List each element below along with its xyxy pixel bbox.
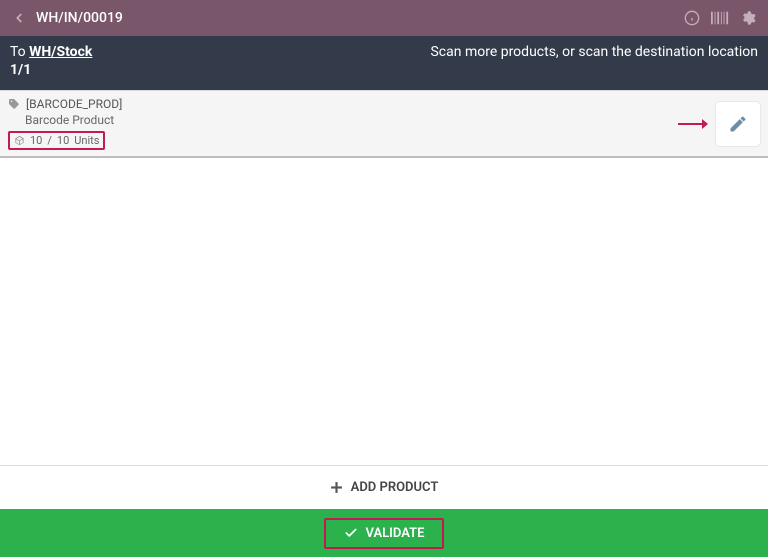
back-button[interactable] <box>10 9 28 27</box>
page-title: WH/IN/00019 <box>36 10 123 26</box>
qty-total: 10 <box>57 134 69 147</box>
info-button[interactable] <box>682 8 702 28</box>
info-icon <box>684 10 700 26</box>
validate-button[interactable]: VALIDATE <box>324 518 445 549</box>
destination-bar: To WH/Stock 1/1 Scan more products, or s… <box>0 36 768 90</box>
bottom-bar: ADD PRODUCT VALIDATE <box>0 465 768 557</box>
validate-label: VALIDATE <box>366 526 425 541</box>
settings-button[interactable] <box>738 8 758 28</box>
chevron-left-icon <box>12 11 26 25</box>
arrow-right-icon <box>678 118 708 130</box>
cube-icon <box>14 135 25 146</box>
to-label: To <box>10 44 26 60</box>
line-counter: 1/1 <box>10 62 92 78</box>
tag-icon <box>8 98 20 110</box>
topbar: WH/IN/00019 <box>0 0 768 36</box>
barcode-button[interactable] <box>710 8 730 28</box>
qty-separator: / <box>47 134 52 147</box>
plus-icon <box>330 481 343 494</box>
destination-line: To WH/Stock <box>10 44 92 60</box>
add-product-label: ADD PRODUCT <box>351 480 439 495</box>
product-line[interactable]: [BARCODE_PROD] Barcode Product 10 / 10 U… <box>0 90 768 158</box>
arrow-indicator <box>678 118 708 130</box>
quantity-box: 10 / 10 Units <box>8 131 105 150</box>
destination-location[interactable]: WH/Stock <box>29 44 92 60</box>
product-code: [BARCODE_PROD] <box>26 97 122 111</box>
edit-line-button[interactable] <box>716 102 760 146</box>
qty-uom: Units <box>74 134 99 147</box>
qty-done: 10 <box>30 134 42 147</box>
pencil-icon <box>728 114 748 134</box>
validate-bar: VALIDATE <box>0 509 768 557</box>
check-icon <box>344 526 358 540</box>
product-name: Barcode Product <box>25 113 678 127</box>
gear-icon <box>740 10 756 26</box>
barcode-icon <box>711 11 729 25</box>
scan-hint: Scan more products, or scan the destinat… <box>92 44 758 60</box>
add-product-button[interactable]: ADD PRODUCT <box>0 465 768 509</box>
product-list: [BARCODE_PROD] Barcode Product 10 / 10 U… <box>0 90 768 465</box>
